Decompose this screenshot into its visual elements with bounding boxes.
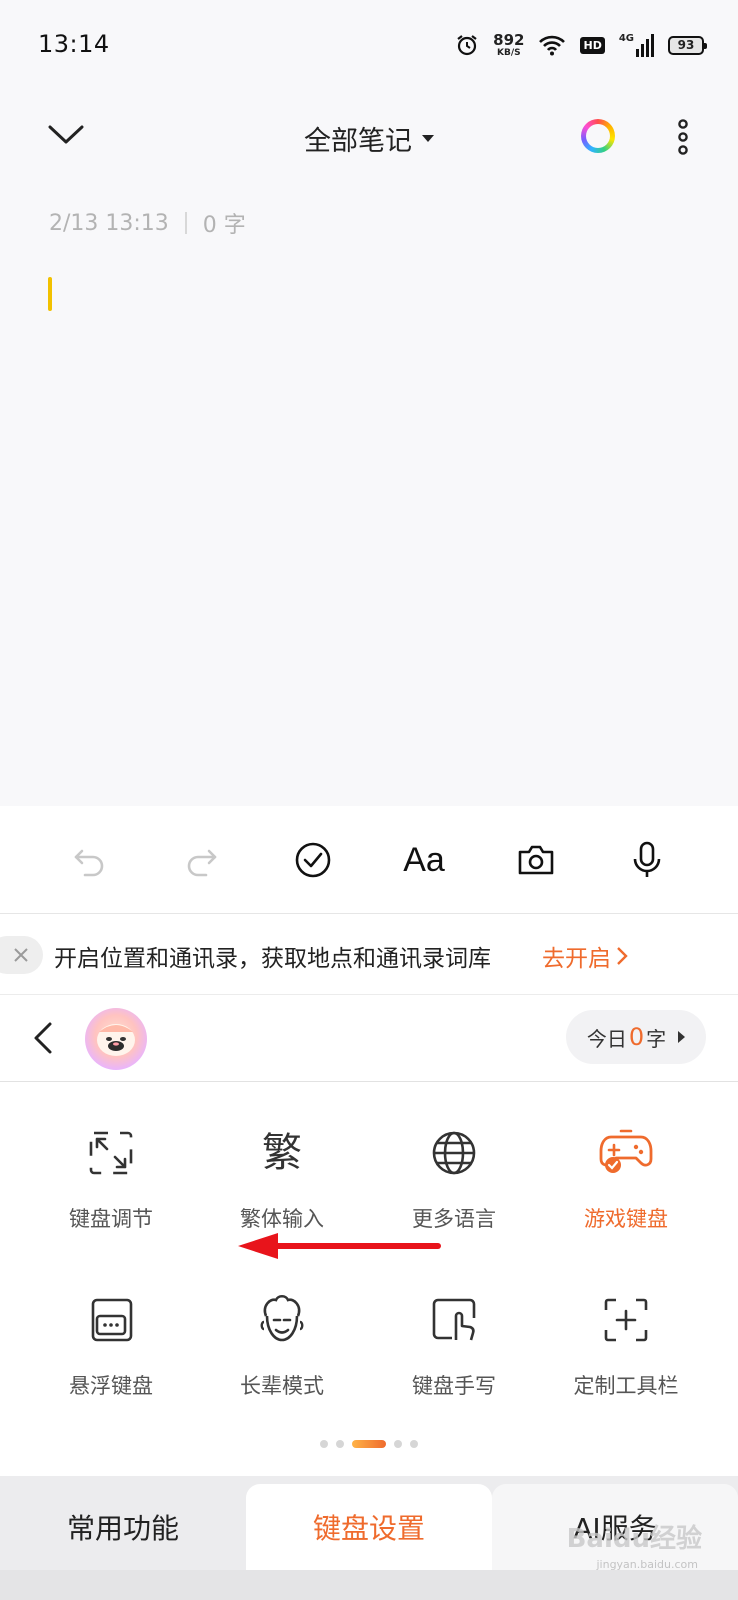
- network-speed: 892 KB/S: [493, 30, 525, 58]
- traditional-input-item[interactable]: 繁 繁体输入: [197, 1125, 367, 1245]
- globe-icon: [432, 1131, 476, 1175]
- dropdown-caret-icon: [422, 135, 434, 142]
- network-speed-value: 892: [493, 30, 525, 49]
- play-triangle-icon: [678, 1031, 686, 1043]
- network-type-label: 4G: [618, 33, 634, 44]
- watermark: Baidu经验: [566, 1524, 702, 1554]
- more-languages-item[interactable]: 更多语言: [369, 1125, 539, 1245]
- keyboard-panel: Aa 开启位置和通讯录，获取地点和通讯录词库 去开启 今日 0 字 键盘调节 繁…: [0, 806, 738, 1600]
- floating-keyboard-item[interactable]: 悬浮键盘: [26, 1292, 196, 1412]
- elder-mode-label: 长辈模式: [240, 1374, 324, 1398]
- page-title: 全部笔记: [304, 126, 412, 157]
- floating-keyboard-icon: [91, 1298, 133, 1342]
- note-word-count: 0 字: [202, 213, 246, 238]
- traditional-char-icon: 繁: [262, 1130, 302, 1176]
- status-icons: 892 KB/S HD 4G 93: [455, 28, 707, 62]
- floating-keyboard-label: 悬浮键盘: [69, 1374, 153, 1398]
- page-dot: [320, 1440, 328, 1448]
- game-keyboard-label: 游戏键盘: [584, 1207, 668, 1231]
- avatar[interactable]: [85, 1008, 147, 1070]
- gesture-bar-area: [0, 1570, 738, 1600]
- text-format-icon: Aa: [403, 840, 445, 879]
- undo-button[interactable]: [66, 836, 114, 884]
- keyboard-handwriting-label: 键盘手写: [412, 1374, 496, 1398]
- resize-icon: [89, 1131, 133, 1175]
- keyboard-account-bar: 今日 0 字: [0, 996, 738, 1082]
- redo-icon: [187, 849, 217, 877]
- note-timestamp: 2/13 13:13: [49, 210, 169, 236]
- elder-mode-item[interactable]: 长辈模式: [197, 1292, 367, 1412]
- handwriting-icon: [432, 1298, 476, 1341]
- checklist-button[interactable]: [289, 836, 337, 884]
- cell-signal-icon: 4G: [619, 33, 654, 57]
- more-languages-label: 更多语言: [412, 1207, 496, 1231]
- battery-level: 93: [677, 38, 695, 52]
- status-time: 13:14: [38, 30, 110, 58]
- today-word-count-button[interactable]: 今日 0 字: [566, 1010, 706, 1064]
- page-dot-active: [352, 1440, 386, 1448]
- page-dot: [410, 1440, 418, 1448]
- keyboard-handwriting-item[interactable]: 键盘手写: [369, 1292, 539, 1412]
- back-arrow-icon[interactable]: [26, 1018, 62, 1058]
- network-speed-unit: KB/S: [497, 47, 521, 58]
- color-theme-icon[interactable]: [581, 119, 615, 153]
- custom-toolbar-icon: [604, 1298, 648, 1342]
- more-options-icon[interactable]: [668, 117, 698, 157]
- watermark-url: jingyan.baidu.com: [596, 1558, 698, 1571]
- note-header: 全部笔记: [0, 95, 738, 185]
- elder-face-icon: [260, 1294, 304, 1342]
- game-keyboard-item[interactable]: 游戏键盘: [541, 1125, 711, 1245]
- close-icon: [14, 948, 28, 962]
- camera-icon: [518, 845, 554, 875]
- tab-common-functions[interactable]: 常用功能: [0, 1484, 246, 1570]
- wifi-icon: [539, 35, 566, 56]
- notice-close-button[interactable]: [0, 936, 43, 974]
- panel-tab-bar: 常用功能 键盘设置 AI服务 Baidu经验 jingyan.baidu.com: [0, 1476, 738, 1600]
- notice-message: 开启位置和通讯录，获取地点和通讯录词库: [54, 946, 491, 972]
- page-indicator: [0, 1440, 738, 1448]
- undo-icon: [74, 849, 104, 877]
- voice-input-button[interactable]: [623, 836, 671, 884]
- battery-icon: 93: [668, 35, 707, 55]
- custom-toolbar-label: 定制工具栏: [573, 1374, 679, 1398]
- permission-notice: 开启位置和通讯录，获取地点和通讯录词库 去开启: [0, 915, 738, 995]
- mascot-icon: [97, 1024, 135, 1056]
- check-circle-icon: [295, 842, 331, 878]
- enable-permission-label: 去开启: [542, 946, 611, 972]
- custom-toolbar-item[interactable]: 定制工具栏: [541, 1292, 711, 1412]
- hd-voice-badge: HD: [580, 36, 605, 54]
- traditional-input-label: 繁体输入: [240, 1207, 324, 1231]
- tab-keyboard-settings-label: 键盘设置: [312, 1512, 425, 1545]
- note-meta: 2/13 13:13 0 字: [49, 207, 246, 239]
- page-dot: [336, 1440, 344, 1448]
- page-dot: [394, 1440, 402, 1448]
- tab-keyboard-settings[interactable]: 键盘设置: [246, 1484, 492, 1570]
- notebook-selector[interactable]: 全部笔记: [0, 119, 738, 158]
- today-prefix: 今日: [586, 1026, 627, 1051]
- redo-button[interactable]: [177, 836, 225, 884]
- enable-permission-link[interactable]: 去开启: [542, 939, 629, 973]
- meta-divider: [184, 212, 187, 234]
- gamepad-icon: [599, 1129, 653, 1173]
- chevron-right-icon: [617, 947, 628, 965]
- status-bar: 13:14 892 KB/S HD 4G 93: [0, 0, 738, 90]
- alarm-icon: [457, 35, 477, 56]
- today-suffix: 字: [646, 1026, 667, 1051]
- annotation-arrow: [238, 1233, 441, 1259]
- camera-button[interactable]: [512, 836, 560, 884]
- keyboard-adjust-item[interactable]: 键盘调节: [26, 1125, 196, 1245]
- text-format-button[interactable]: Aa: [400, 836, 448, 884]
- today-count: 0: [628, 1023, 645, 1051]
- keyboard-adjust-label: 键盘调节: [69, 1207, 153, 1231]
- editor-toolbar: Aa: [0, 806, 738, 914]
- text-cursor[interactable]: [48, 277, 52, 311]
- tab-common-functions-label: 常用功能: [66, 1512, 179, 1545]
- microphone-icon: [633, 841, 661, 877]
